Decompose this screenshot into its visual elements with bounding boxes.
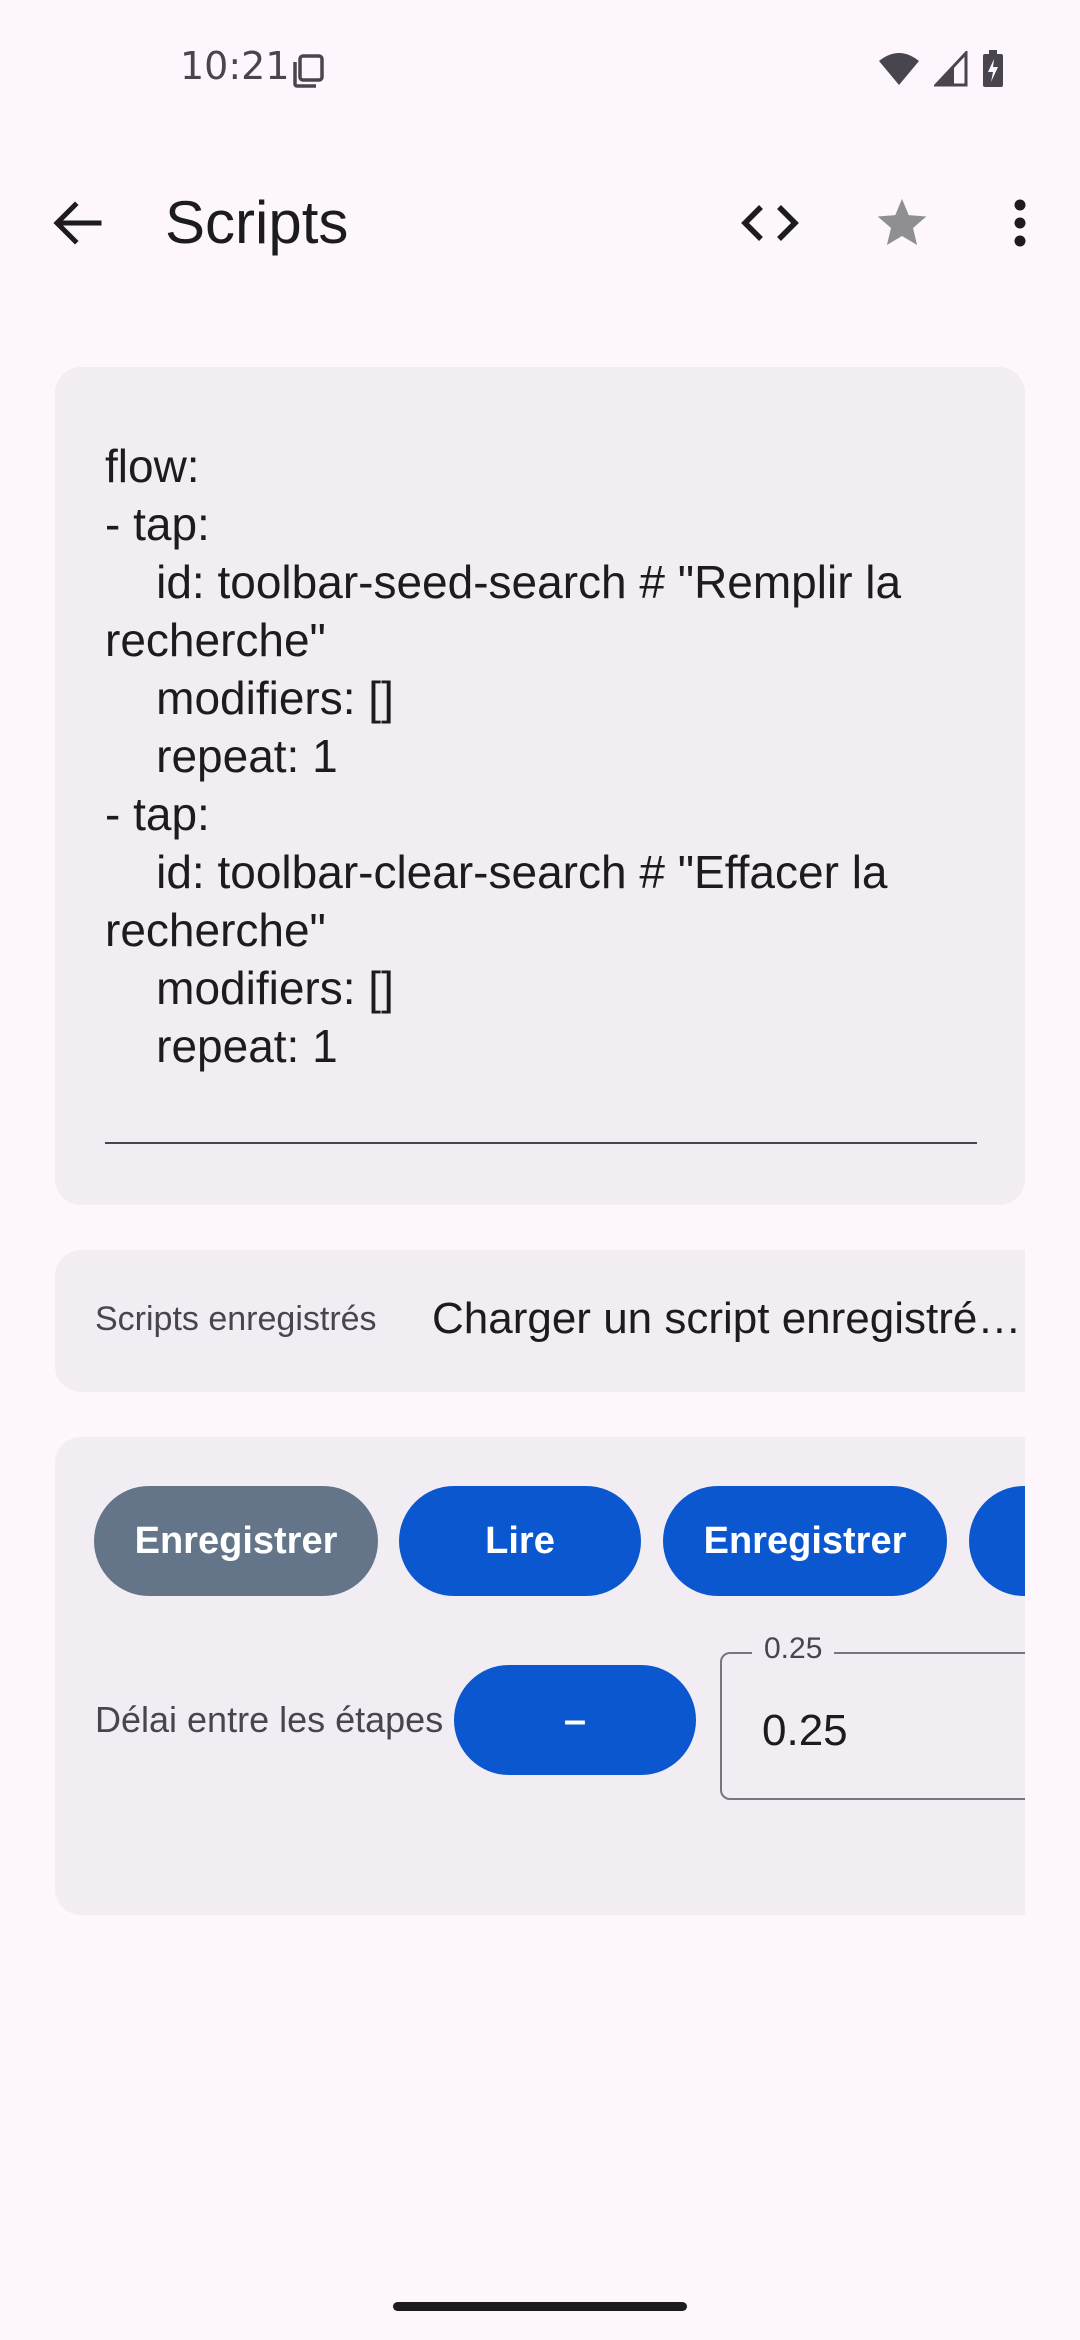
- gesture-nav-handle[interactable]: [393, 2302, 687, 2311]
- status-time: 10:21: [180, 44, 290, 88]
- delay-field-label: 0.25: [752, 1632, 835, 1666]
- top-app-bar: Scripts: [0, 170, 1080, 280]
- notification-copy-icon: [292, 54, 324, 88]
- saved-scripts-select[interactable]: Charger un script enregistré…: [432, 1294, 1021, 1344]
- star-icon: [875, 197, 929, 254]
- delay-decrement-button[interactable]: –: [454, 1665, 696, 1775]
- record-button[interactable]: Enregistrer: [94, 1486, 378, 1596]
- saved-scripts-label: Scripts enregistrés: [95, 1300, 377, 1338]
- code-icon: [741, 203, 799, 248]
- more-vert-icon: [1013, 199, 1027, 252]
- delay-field[interactable]: 0.25 0.25: [720, 1632, 1025, 1800]
- wifi-icon: [878, 51, 920, 92]
- play-button[interactable]: Lire: [399, 1486, 641, 1596]
- code-view-button[interactable]: [730, 190, 810, 260]
- battery-charging-icon: [982, 50, 1004, 93]
- status-icons: [878, 49, 1004, 93]
- overflow-action-button[interactable]: [969, 1486, 1025, 1596]
- saved-scripts-card: Scripts enregistrés Charger un script en…: [55, 1250, 1025, 1392]
- back-button[interactable]: [38, 190, 118, 260]
- editor-underline: [105, 1142, 977, 1144]
- delay-label: Délai entre les étapes: [95, 1699, 444, 1740]
- more-options-button[interactable]: [990, 190, 1050, 260]
- script-editor-input[interactable]: flow: - tap: id: toolbar-seed-search # "…: [105, 437, 1005, 1075]
- save-button[interactable]: Enregistrer: [663, 1486, 947, 1596]
- signal-icon: [932, 49, 968, 92]
- controls-card: Enregistrer Lire Enregistrer Délai entre…: [55, 1437, 1025, 1915]
- status-bar: 10:21: [0, 0, 1080, 140]
- page-title: Scripts: [165, 189, 349, 256]
- favorite-button[interactable]: [862, 190, 942, 260]
- delay-field-value: 0.25: [762, 1706, 848, 1755]
- arrow-back-icon: [53, 200, 103, 250]
- script-editor-card: flow: - tap: id: toolbar-seed-search # "…: [55, 367, 1025, 1205]
